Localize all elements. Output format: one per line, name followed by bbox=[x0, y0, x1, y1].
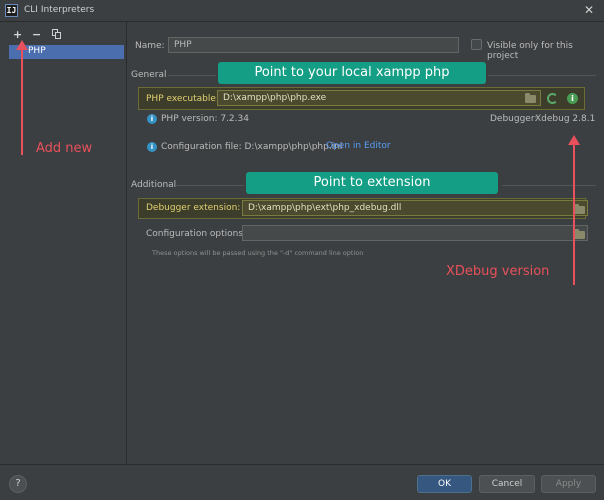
button-bar: ? OK Cancel Apply bbox=[0, 464, 604, 500]
annotation-arrows bbox=[16, 40, 580, 285]
ok-button[interactable]: OK bbox=[417, 475, 472, 493]
arrow-head bbox=[16, 40, 28, 50]
arrow-head bbox=[568, 135, 580, 145]
help-button[interactable]: ? bbox=[9, 475, 27, 493]
cancel-button[interactable]: Cancel bbox=[479, 475, 535, 493]
apply-button[interactable]: Apply bbox=[541, 475, 596, 493]
